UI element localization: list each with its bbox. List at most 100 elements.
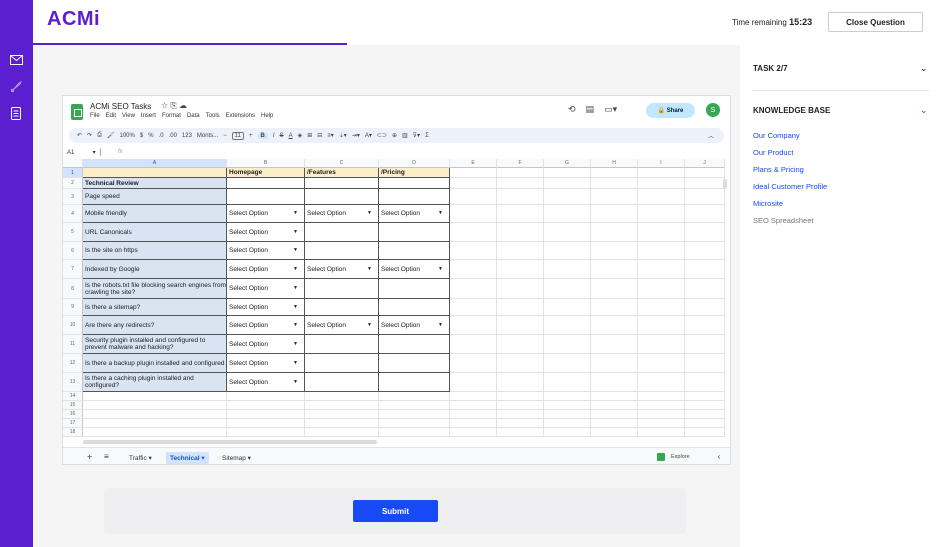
document-icon[interactable]	[8, 105, 24, 121]
row-label-cell[interactable]: URL Canonicals	[83, 223, 227, 242]
select-option-dropdown[interactable]: Select Option ▼	[227, 242, 305, 260]
cell[interactable]	[685, 392, 725, 401]
submit-button[interactable]: Submit	[353, 500, 438, 522]
column-header[interactable]: E	[450, 159, 497, 168]
undo-icon[interactable]: ↶	[77, 132, 82, 139]
cell[interactable]	[305, 373, 379, 392]
cell[interactable]	[638, 260, 685, 279]
cell[interactable]	[450, 260, 497, 279]
side-panel-toggle-icon[interactable]: ‹	[718, 452, 721, 461]
bold-icon[interactable]: B	[257, 132, 268, 139]
cell[interactable]	[497, 178, 544, 189]
star-icon[interactable]: ☆ ⎘ ☁	[161, 101, 187, 111]
menu-edit[interactable]: Edit	[106, 113, 116, 119]
column-header[interactable]: I	[638, 159, 685, 168]
row-header[interactable]: 11	[63, 335, 83, 354]
cell[interactable]	[591, 401, 638, 410]
cell[interactable]	[379, 223, 450, 242]
font-size-input[interactable]: 11	[231, 131, 245, 140]
cell[interactable]	[450, 428, 497, 437]
menu-extensions[interactable]: Extensions	[226, 113, 255, 119]
valign-icon[interactable]: ⇣▾	[339, 132, 347, 139]
horizontal-scrollbar[interactable]	[83, 440, 377, 444]
cell[interactable]	[497, 419, 544, 428]
cell[interactable]	[544, 373, 591, 392]
menu-format[interactable]: Format	[162, 113, 181, 119]
cell[interactable]	[685, 373, 725, 392]
print-icon[interactable]: ⎙	[97, 132, 102, 139]
menu-insert[interactable]: Insert	[141, 113, 156, 119]
paint-format-icon[interactable]: 🖌	[107, 132, 115, 139]
select-option-dropdown[interactable]: Select Option ▼	[305, 316, 379, 335]
cell[interactable]	[450, 178, 497, 189]
row-header[interactable]: 12	[63, 354, 83, 373]
chart-icon[interactable]: ▥	[402, 132, 408, 139]
cell[interactable]	[227, 401, 305, 410]
comment-icon[interactable]: ▤	[586, 104, 595, 115]
cell[interactable]	[544, 205, 591, 223]
cell[interactable]	[497, 279, 544, 299]
cell[interactable]	[685, 299, 725, 316]
cell[interactable]	[685, 242, 725, 260]
column-header[interactable]: C	[305, 159, 379, 168]
cell[interactable]	[227, 189, 305, 205]
cell[interactable]	[305, 242, 379, 260]
filter-icon[interactable]: ⊽▾	[413, 132, 420, 139]
cell[interactable]	[685, 223, 725, 242]
cell[interactable]	[450, 392, 497, 401]
row-header[interactable]: 8	[63, 279, 83, 299]
font-size-increase-icon[interactable]: +	[249, 133, 253, 139]
row-label-cell[interactable]: Is there a sitemap?	[83, 299, 227, 316]
dropdown-chip[interactable]: Select Option ▼	[381, 210, 449, 217]
cell[interactable]	[544, 316, 591, 335]
wrap-icon[interactable]: ⇥▾	[352, 132, 360, 139]
dropdown-chip[interactable]: Select Option ▼	[307, 322, 378, 329]
cell[interactable]	[685, 428, 725, 437]
row-label-cell[interactable]	[83, 401, 227, 410]
cell[interactable]	[497, 401, 544, 410]
select-option-dropdown[interactable]: Select Option ▼	[227, 354, 305, 373]
kb-link[interactable]: Plans & Pricing	[753, 165, 827, 182]
row-label-cell[interactable]	[83, 168, 227, 178]
close-question-button[interactable]: Close Question	[828, 12, 923, 32]
cell[interactable]	[305, 401, 379, 410]
cell[interactable]	[591, 428, 638, 437]
row-header[interactable]: 9	[63, 299, 83, 316]
vertical-scrollbar[interactable]	[723, 179, 727, 189]
cell[interactable]	[638, 410, 685, 419]
dropdown-chip[interactable]: Select Option ▼	[229, 210, 304, 217]
row-label-cell[interactable]: Are there any redirects?	[83, 316, 227, 335]
cell[interactable]	[638, 419, 685, 428]
kb-link[interactable]: Our Product	[753, 148, 827, 165]
cell[interactable]	[685, 178, 725, 189]
cell[interactable]	[591, 189, 638, 205]
cell[interactable]	[591, 316, 638, 335]
doc-title[interactable]: ACMi SEO Tasks	[90, 102, 151, 111]
cell[interactable]	[227, 410, 305, 419]
cell[interactable]	[305, 354, 379, 373]
column-header[interactable]: G	[544, 159, 591, 168]
cell[interactable]	[638, 178, 685, 189]
row-header[interactable]: 1	[63, 168, 83, 178]
cell[interactable]	[638, 354, 685, 373]
row-header[interactable]: 6	[63, 242, 83, 260]
cell[interactable]	[497, 428, 544, 437]
cell[interactable]	[544, 260, 591, 279]
cell[interactable]	[497, 373, 544, 392]
percent-button[interactable]: %	[148, 133, 153, 139]
column-header[interactable]: B	[227, 159, 305, 168]
borders-icon[interactable]: ⊞	[307, 132, 312, 139]
cell[interactable]	[379, 189, 450, 205]
cell[interactable]	[544, 223, 591, 242]
row-label-cell[interactable]: Security plugin installed and configured…	[83, 335, 227, 354]
meet-icon[interactable]: ▭▾	[604, 104, 617, 115]
row-label-cell[interactable]	[83, 428, 227, 437]
cell[interactable]	[379, 373, 450, 392]
currency-button[interactable]: $	[140, 133, 143, 139]
cell[interactable]	[591, 373, 638, 392]
select-option-dropdown[interactable]: Select Option ▼	[305, 260, 379, 279]
cell[interactable]	[544, 401, 591, 410]
increase-decimal-button[interactable]: .00	[169, 133, 177, 139]
cell[interactable]	[685, 168, 725, 178]
row-header[interactable]: 17	[63, 419, 83, 428]
